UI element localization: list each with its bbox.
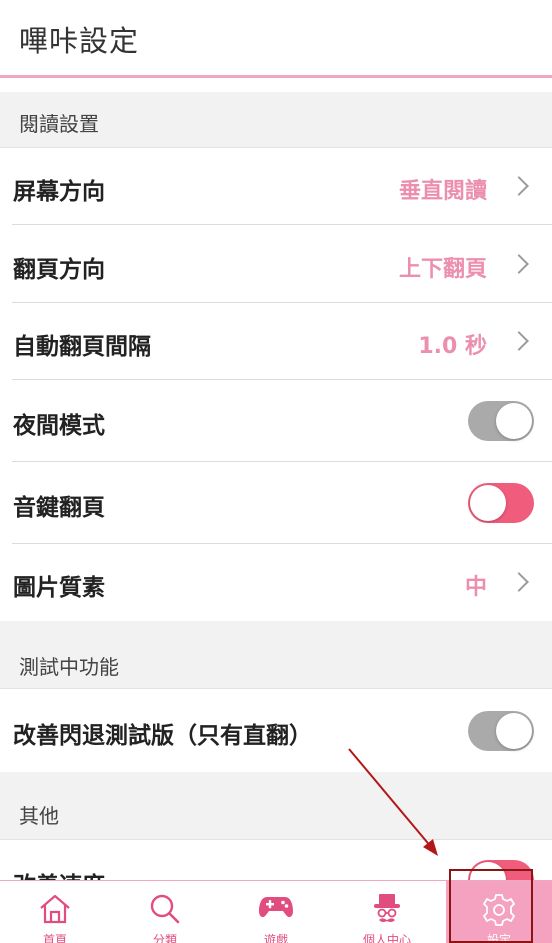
auto-interval-label: 自動翻頁間隔: [13, 334, 151, 360]
section-testing-label: 測試中功能: [19, 655, 119, 679]
section-other: 其他: [0, 772, 552, 840]
night-mode-label: 夜間模式: [13, 413, 105, 439]
chevron-right-icon: [509, 254, 529, 274]
page-direction-label: 翻頁方向: [13, 257, 105, 283]
section-reading-label: 閱讀設置: [19, 112, 99, 136]
annotation-highlight-box: [449, 869, 533, 943]
app-header: 嗶咔設定: [0, 0, 552, 78]
toggle-knob: [470, 485, 506, 521]
chevron-right-icon: [509, 176, 529, 196]
home-icon: [40, 894, 70, 924]
section-testing: 測試中功能: [0, 621, 552, 689]
crash-beta-label: 改善閃退測試版（只有直翻）: [13, 723, 312, 749]
section-other-label: 其他: [19, 804, 59, 828]
gamepad-icon: [259, 897, 293, 918]
row-auto-interval[interactable]: 自動翻頁間隔 1.0 秒: [0, 303, 552, 380]
toggle-knob: [496, 713, 532, 749]
nav-profile[interactable]: 個人中心: [332, 881, 442, 943]
screen-orientation-value: 垂直閱讀: [398, 179, 487, 204]
row-page-direction[interactable]: 翻頁方向 上下翻頁: [0, 225, 552, 303]
nav-home[interactable]: 首頁: [0, 881, 110, 943]
gentleman-avatar-icon: [374, 894, 400, 922]
crash-beta-toggle[interactable]: [468, 711, 534, 751]
row-volume-key: 音鍵翻頁: [0, 462, 552, 544]
volume-key-label: 音鍵翻頁: [13, 495, 105, 521]
page-direction-value: 上下翻頁: [398, 257, 487, 282]
nav-category[interactable]: 分類: [110, 881, 220, 943]
nav-games[interactable]: 遊戲: [221, 881, 331, 943]
nav-profile-label: 個人中心: [362, 933, 411, 943]
row-crash-beta: 改善閃退測試版（只有直翻）: [0, 689, 552, 772]
nav-home-label: 首頁: [42, 933, 67, 943]
toggle-knob: [496, 403, 532, 439]
row-night-mode: 夜間模式: [0, 380, 552, 462]
night-mode-toggle[interactable]: [468, 401, 534, 441]
chevron-right-icon: [509, 572, 529, 592]
chevron-right-icon: [509, 331, 529, 351]
image-quality-label: 圖片質素: [13, 575, 105, 601]
image-quality-value: 中: [464, 575, 487, 600]
page-title: 嗶咔設定: [19, 24, 140, 58]
auto-interval-value: 1.0 秒: [418, 334, 487, 359]
section-reading: 閱讀設置: [0, 92, 552, 148]
nav-games-label: 遊戲: [263, 933, 288, 943]
screen-orientation-label: 屏幕方向: [13, 179, 105, 205]
search-icon: [150, 894, 180, 924]
volume-key-toggle[interactable]: [468, 483, 534, 523]
row-image-quality[interactable]: 圖片質素 中: [0, 544, 552, 621]
row-screen-orientation[interactable]: 屏幕方向 垂直閱讀: [0, 148, 552, 225]
nav-category-label: 分類: [152, 933, 177, 943]
